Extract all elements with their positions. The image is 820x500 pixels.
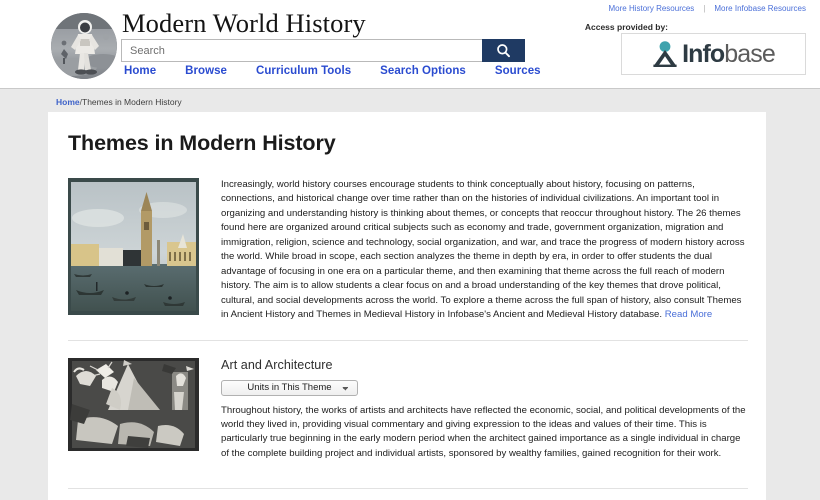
top-resource-links: More History Resources | More Infobase R… xyxy=(609,4,807,13)
nav-item-curriculum-tools[interactable]: Curriculum Tools xyxy=(256,65,351,77)
content-card: Themes in Modern History Increasingly, w… xyxy=(48,112,766,500)
infobase-mark-icon xyxy=(653,41,677,67)
provider-name-light: base xyxy=(724,39,776,68)
provider-logo-box[interactable]: Infobase xyxy=(621,33,806,75)
search-input[interactable] xyxy=(121,39,482,62)
guernica-painting-image xyxy=(68,357,199,451)
theme-row: Cities and Urbanization Units in This Th… xyxy=(48,489,766,500)
search-icon xyxy=(497,44,510,58)
intro-block: Increasingly, world history courses enco… xyxy=(48,156,766,323)
provider-name-bold: Info xyxy=(682,39,725,68)
page-title: Themes in Modern History xyxy=(68,131,336,155)
intro-text: Increasingly, world history courses enco… xyxy=(221,178,766,323)
link-more-history-resources[interactable]: More History Resources xyxy=(609,4,695,13)
nav-item-browse[interactable]: Browse xyxy=(185,65,227,77)
intro-paragraph: Increasingly, world history courses enco… xyxy=(221,179,745,321)
theme-title: Art and Architecture xyxy=(221,357,333,372)
venice-piazza-san-marco-painting-image xyxy=(68,178,199,315)
theme-body: Art and Architecture Units in This Theme… xyxy=(221,358,766,471)
search-button[interactable] xyxy=(482,39,525,62)
site-header: Modern World History Home Browse Curricu… xyxy=(0,0,820,89)
nav-item-sources[interactable]: Sources xyxy=(495,65,541,77)
theme-thumbnail[interactable] xyxy=(68,357,199,451)
link-more-infobase-resources[interactable]: More Infobase Resources xyxy=(714,4,806,13)
read-more-link[interactable]: Read More xyxy=(665,309,712,320)
theme-description: Throughout history, the works of artists… xyxy=(221,404,746,459)
main-navigation: Home Browse Curriculum Tools Search Opti… xyxy=(124,65,541,77)
breadcrumb-home[interactable]: Home xyxy=(56,97,80,107)
breadcrumb-current: Themes in Modern History xyxy=(82,97,182,107)
access-provided-label: Access provided by: xyxy=(584,22,668,32)
units-in-this-theme-select[interactable]: Units in This Theme xyxy=(221,379,358,396)
theme-row: Art and Architecture Units in This Theme… xyxy=(48,341,766,471)
top-links-divider: | xyxy=(703,4,706,13)
astronaut-on-moon-logo-icon xyxy=(51,13,117,79)
provider-name: Infobase xyxy=(682,39,776,68)
page-root: Modern World History Home Browse Curricu… xyxy=(0,0,820,500)
breadcrumb: Home/Themes in Modern History xyxy=(56,97,182,107)
site-title: Modern World History xyxy=(122,8,366,38)
site-logo[interactable] xyxy=(51,13,117,79)
nav-item-search-options[interactable]: Search Options xyxy=(380,65,466,77)
nav-item-home[interactable]: Home xyxy=(124,65,156,77)
intro-thumbnail[interactable] xyxy=(68,178,199,315)
search-bar xyxy=(121,39,525,62)
